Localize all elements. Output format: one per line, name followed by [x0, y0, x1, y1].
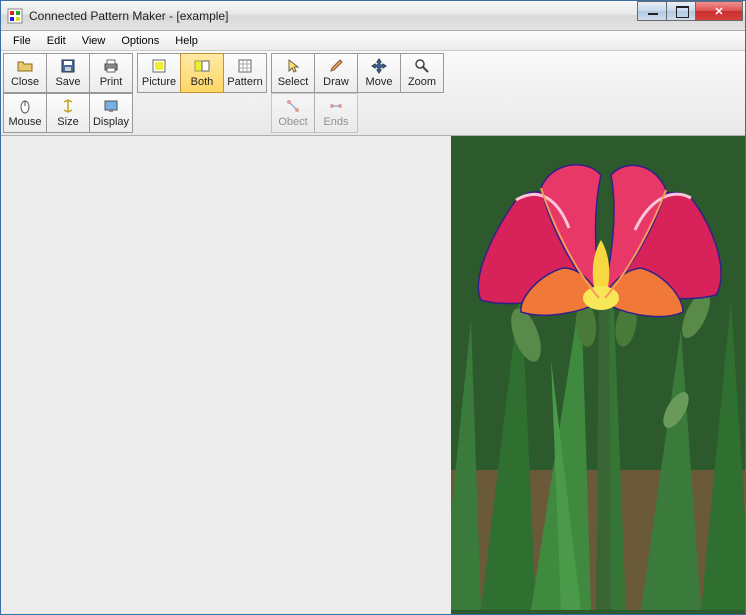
- menu-file[interactable]: File: [5, 33, 39, 49]
- ends-icon: [328, 98, 344, 114]
- app-window: Connected Pattern Maker - [example] File…: [0, 0, 746, 615]
- move-tool-button[interactable]: Move: [357, 53, 401, 93]
- pattern-view-button[interactable]: Pattern: [223, 53, 267, 93]
- toolbar-row-2: Mouse Size Display Obect: [3, 93, 743, 133]
- display-button[interactable]: Display: [89, 93, 133, 133]
- menu-view[interactable]: View: [74, 33, 114, 49]
- magnifier-icon: [414, 58, 430, 74]
- content-area: [1, 136, 745, 614]
- app-icon: [7, 8, 23, 24]
- flower-image: [451, 136, 745, 614]
- folder-open-icon: [17, 58, 33, 74]
- menu-edit[interactable]: Edit: [39, 33, 74, 49]
- both-icon: [194, 58, 210, 74]
- save-button[interactable]: Save: [46, 53, 90, 93]
- toolbar: Close Save Print Picture Both: [1, 51, 745, 136]
- window-controls: [638, 1, 743, 21]
- mouse-mode-button[interactable]: Mouse: [3, 93, 47, 133]
- picture-icon: [151, 58, 167, 74]
- titlebar: Connected Pattern Maker - [example]: [1, 1, 745, 31]
- close-window-button[interactable]: [695, 1, 743, 21]
- size-button[interactable]: Size: [46, 93, 90, 133]
- cursor-select-icon: [285, 58, 301, 74]
- zoom-tool-button[interactable]: Zoom: [400, 53, 444, 93]
- close-button[interactable]: Close: [3, 53, 47, 93]
- minimize-button[interactable]: [637, 1, 667, 21]
- move-icon: [371, 58, 387, 74]
- menu-options[interactable]: Options: [113, 33, 167, 49]
- display-icon: [103, 98, 119, 114]
- menu-help[interactable]: Help: [167, 33, 206, 49]
- select-tool-button[interactable]: Select: [271, 53, 315, 93]
- maximize-button[interactable]: [666, 1, 696, 21]
- object-button: Obect: [271, 93, 315, 133]
- mouse-icon: [17, 98, 33, 114]
- pattern-icon: [237, 58, 253, 74]
- both-view-button[interactable]: Both: [180, 53, 224, 93]
- picture-pane[interactable]: [451, 136, 745, 614]
- print-button[interactable]: Print: [89, 53, 133, 93]
- picture-view-button[interactable]: Picture: [137, 53, 181, 93]
- floppy-icon: [60, 58, 76, 74]
- toolbar-row-1: Close Save Print Picture Both: [3, 53, 743, 93]
- pencil-icon: [328, 58, 344, 74]
- object-icon: [285, 98, 301, 114]
- printer-icon: [103, 58, 119, 74]
- size-icon: [60, 98, 76, 114]
- draw-tool-button[interactable]: Draw: [314, 53, 358, 93]
- ends-button: Ends: [314, 93, 358, 133]
- menubar: File Edit View Options Help: [1, 31, 745, 51]
